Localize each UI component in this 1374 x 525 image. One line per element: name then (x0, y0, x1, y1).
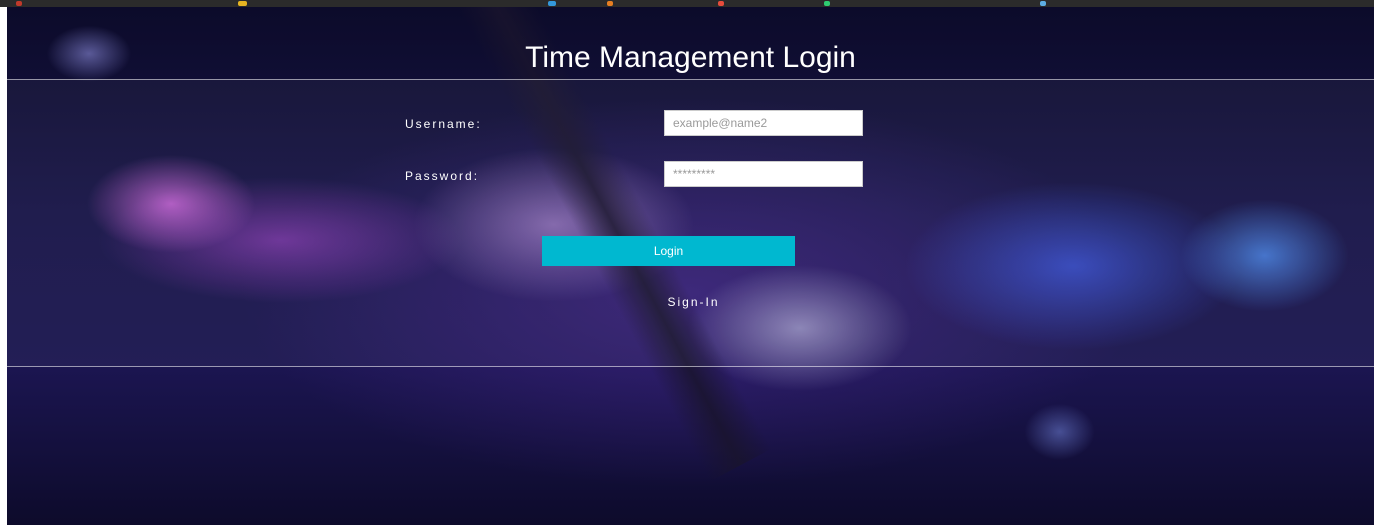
bookmark-icon[interactable] (238, 1, 247, 6)
sign-in-link[interactable]: Sign-In (542, 295, 845, 309)
bookmark-icon[interactable] (16, 1, 22, 6)
login-button[interactable]: Login (542, 236, 795, 266)
password-input[interactable] (664, 161, 863, 187)
bookmark-icon[interactable] (824, 1, 830, 6)
username-input[interactable] (664, 110, 863, 136)
username-label: Username: (405, 117, 482, 131)
login-panel: Username: Password: Login Sign-In (7, 79, 1374, 367)
bookmark-icon[interactable] (718, 1, 724, 6)
password-label: Password: (405, 169, 480, 183)
bookmark-icon[interactable] (607, 1, 613, 6)
bookmark-icon[interactable] (548, 1, 556, 6)
browser-bookmarks-bar (0, 0, 1374, 7)
login-background: Time Management Login Username: Password… (7, 7, 1374, 525)
page-title: Time Management Login (525, 41, 856, 74)
bookmark-icon[interactable] (1040, 1, 1046, 6)
